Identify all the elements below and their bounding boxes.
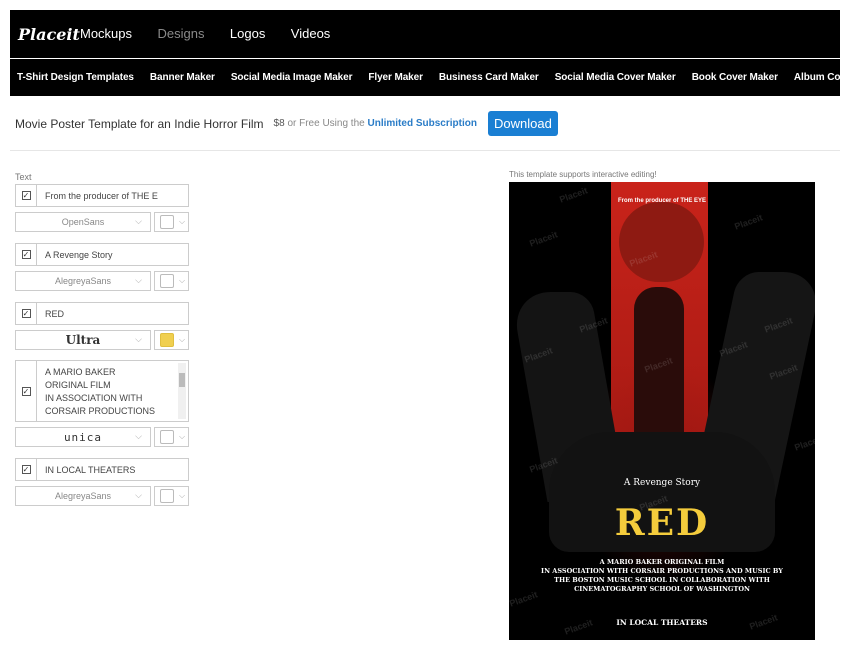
color-swatch (160, 430, 174, 444)
color-picker[interactable]: ⌵ (154, 427, 189, 447)
poster-credits: A MARIO BAKER ORIGINAL FILM IN ASSOCIATI… (541, 558, 783, 593)
watermark: Placeit (733, 212, 764, 232)
field-checkbox[interactable]: ✓ (15, 360, 36, 422)
checkmark-icon: ✓ (21, 465, 31, 474)
field-checkbox[interactable]: ✓ (15, 184, 36, 207)
font-select[interactable]: OpenSans ⌵ (15, 212, 151, 232)
subnav-social-image[interactable]: Social Media Image Maker (231, 72, 353, 83)
textarea-row: ✓ A MARIO BAKER ORIGINAL FILM IN ASSOCIA… (15, 360, 189, 422)
field-checkbox[interactable]: ✓ (15, 302, 36, 325)
poster-preview: From the producer of THE EYE A Revenge S… (509, 182, 815, 640)
font-select[interactable]: Ultra ⌵ (15, 330, 151, 350)
subnav-banner[interactable]: Banner Maker (150, 72, 215, 83)
checkmark-icon: ✓ (21, 309, 31, 318)
text-field-row: ✓ RED (15, 302, 189, 325)
font-row: AlegreyaSans ⌵ ⌵ (15, 271, 189, 291)
font-row: AlegreyaSans ⌵ ⌵ (15, 486, 189, 506)
textarea-scrollbar[interactable] (178, 363, 186, 419)
subnav-business-card[interactable]: Business Card Maker (439, 72, 539, 83)
text-input[interactable]: IN LOCAL THEATERS (36, 458, 189, 481)
top-nav: Mockups Designs Logos Videos (80, 25, 351, 43)
chevron-down-icon: ⌵ (179, 491, 186, 500)
chevron-down-icon: ⌵ (135, 431, 142, 441)
price-or: or Free Using the (287, 118, 365, 129)
placeit-logo[interactable]: Placeit (18, 25, 80, 44)
chevron-down-icon: ⌵ (135, 334, 142, 344)
watermark: Placeit (528, 229, 559, 249)
subnav-book-cover[interactable]: Book Cover Maker (692, 72, 778, 83)
watermark: Placeit (748, 612, 779, 632)
text-field-row: ✓ From the producer of THE E (15, 184, 189, 207)
checkmark-icon: ✓ (21, 191, 31, 200)
chevron-down-icon: ⌵ (135, 216, 142, 226)
interactive-editing-note: This template supports interactive editi… (509, 170, 657, 179)
watermark: Placeit (793, 433, 815, 453)
chevron-down-icon: ⌵ (135, 490, 142, 500)
color-picker[interactable]: ⌵ (154, 271, 189, 291)
subnav-flyer[interactable]: Flyer Maker (368, 72, 423, 83)
color-swatch (160, 215, 174, 229)
poster-tagline: A Revenge Story (623, 478, 701, 488)
chevron-down-icon: ⌵ (179, 217, 186, 226)
unlimited-subscription-link[interactable]: Unlimited Subscription (368, 118, 477, 129)
text-area[interactable]: A MARIO BAKER ORIGINAL FILM IN ASSOCIATI… (36, 360, 189, 422)
font-select[interactable]: unica ⌵ (15, 427, 151, 447)
nav-logos[interactable]: Logos (230, 26, 265, 41)
page-title: Movie Poster Template for an Indie Horro… (15, 116, 264, 131)
text-input[interactable]: RED (36, 302, 189, 325)
checkmark-icon: ✓ (21, 250, 31, 259)
nav-mockups[interactable]: Mockups (80, 26, 132, 41)
subnav-social-cover[interactable]: Social Media Cover Maker (555, 72, 676, 83)
chevron-down-icon: ⌵ (179, 335, 186, 344)
chevron-down-icon: ⌵ (179, 276, 186, 285)
checkmark-icon: ✓ (21, 386, 31, 396)
text-field-row: ✓ A Revenge Story (15, 243, 189, 266)
field-checkbox[interactable]: ✓ (15, 458, 36, 481)
color-picker[interactable]: ⌵ (154, 330, 189, 350)
field-checkbox[interactable]: ✓ (15, 243, 36, 266)
divider (10, 150, 840, 151)
poster-mask (619, 202, 704, 282)
color-swatch (160, 333, 174, 347)
subnav-album-cover[interactable]: Album Cover Maker (794, 72, 850, 83)
font-row: Ultra ⌵ ⌵ (15, 330, 189, 350)
text-input[interactable]: A Revenge Story (36, 243, 189, 266)
download-button[interactable]: Download (487, 111, 558, 136)
subnav-tshirt[interactable]: T-Shirt Design Templates (17, 72, 134, 83)
color-swatch (160, 274, 174, 288)
font-row: OpenSans ⌵ ⌵ (15, 212, 189, 232)
poster-producer-text: From the producer of THE EYE (617, 198, 706, 204)
chevron-down-icon: ⌵ (179, 432, 186, 441)
price: $8 (273, 118, 285, 129)
poster-headline: RED (614, 502, 710, 544)
text-section-label: Text (15, 172, 32, 182)
chevron-down-icon: ⌵ (135, 275, 142, 285)
color-picker[interactable]: ⌵ (154, 486, 189, 506)
price-info: $8 or Free Using the Unlimited Subscript… (274, 118, 477, 129)
font-select[interactable]: AlegreyaSans ⌵ (15, 486, 151, 506)
font-row: unica ⌵ ⌵ (15, 427, 189, 447)
font-select[interactable]: AlegreyaSans ⌵ (15, 271, 151, 291)
text-field-row: ✓ IN LOCAL THEATERS (15, 458, 189, 481)
color-swatch (160, 489, 174, 503)
nav-videos[interactable]: Videos (291, 26, 331, 41)
sub-navbar: T-Shirt Design Templates Banner Maker So… (10, 59, 850, 96)
text-input[interactable]: From the producer of THE E (36, 184, 189, 207)
color-picker[interactable]: ⌵ (154, 212, 189, 232)
top-navbar: Placeit Mockups Designs Logos Videos (10, 10, 840, 58)
title-bar: Movie Poster Template for an Indie Horro… (15, 111, 558, 136)
nav-designs[interactable]: Designs (157, 26, 204, 41)
